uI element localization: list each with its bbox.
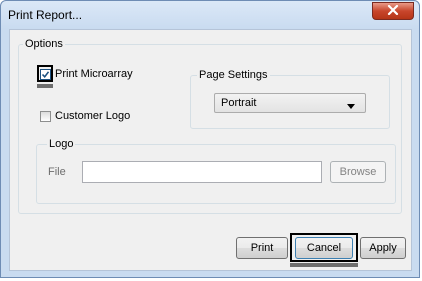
file-label: File: [48, 166, 66, 178]
apply-label: Apply: [369, 242, 397, 254]
customer-logo-label: Customer Logo: [55, 110, 131, 122]
close-button[interactable]: [372, 2, 414, 20]
print-report-dialog: Print Report... Options Print Microarray: [0, 0, 420, 278]
logo-legend: Logo: [47, 138, 76, 151]
customer-logo-checkbox[interactable]: Customer Logo: [40, 110, 130, 122]
options-legend: Options: [23, 38, 65, 51]
checkmark-icon: [41, 70, 50, 78]
page-orientation-value: Portrait: [221, 97, 257, 109]
cancel-button[interactable]: Cancel: [295, 237, 353, 259]
checkbox-box: [40, 110, 51, 122]
chevron-down-icon: [347, 100, 355, 112]
page-settings-legend: Page Settings: [197, 69, 270, 82]
browse-label: Browse: [339, 166, 377, 178]
checkbox-box: [40, 68, 51, 80]
print-button[interactable]: Print: [236, 237, 288, 259]
page-orientation-select[interactable]: Portrait: [214, 93, 366, 113]
dialog-body: Options Print Microarray Customer Logo P…: [9, 29, 412, 271]
browse-button[interactable]: Browse: [330, 161, 386, 183]
cancel-label: Cancel: [306, 242, 342, 254]
file-path-input[interactable]: [82, 161, 322, 183]
print-microarray-underline: [37, 84, 53, 88]
cancel-focus-underline: [290, 263, 358, 267]
print-microarray-label: Print Microarray: [55, 68, 133, 80]
apply-button[interactable]: Apply: [360, 237, 406, 259]
window-title: Print Report...: [8, 8, 83, 22]
print-label: Print: [250, 242, 274, 254]
print-microarray-checkbox[interactable]: Print Microarray: [40, 68, 133, 80]
close-icon: [387, 4, 399, 18]
